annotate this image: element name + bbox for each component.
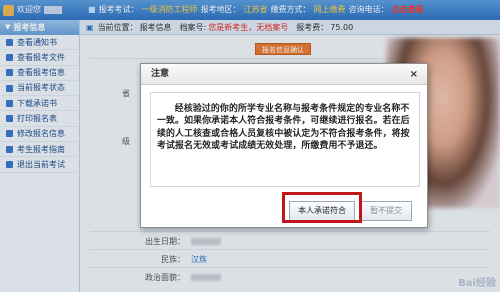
dialog-message-box: 经核验过的你的所学专业名称与报考条件规定的专业名称不一致。如果你承诺本人符合报考… xyxy=(150,92,420,187)
watermark-logo: Bai经验 xyxy=(458,278,496,289)
notice-dialog: 注意 × 经核验过的你的所学专业名称与报考条件规定的专业名称不一致。如果你承诺本… xyxy=(140,63,428,228)
accept-commit-button[interactable]: 本人承诺符合 xyxy=(289,201,355,221)
dialog-title-bar: 注意 × xyxy=(141,64,427,85)
dialog-title: 注意 xyxy=(151,69,170,79)
dialog-message: 经核验过的你的所学专业名称与报考条件规定的专业名称不一致。如果你承诺本人符合报考… xyxy=(157,104,410,152)
close-icon[interactable]: × xyxy=(410,64,418,85)
decline-submit-button[interactable]: 暂不提交 xyxy=(360,201,412,221)
